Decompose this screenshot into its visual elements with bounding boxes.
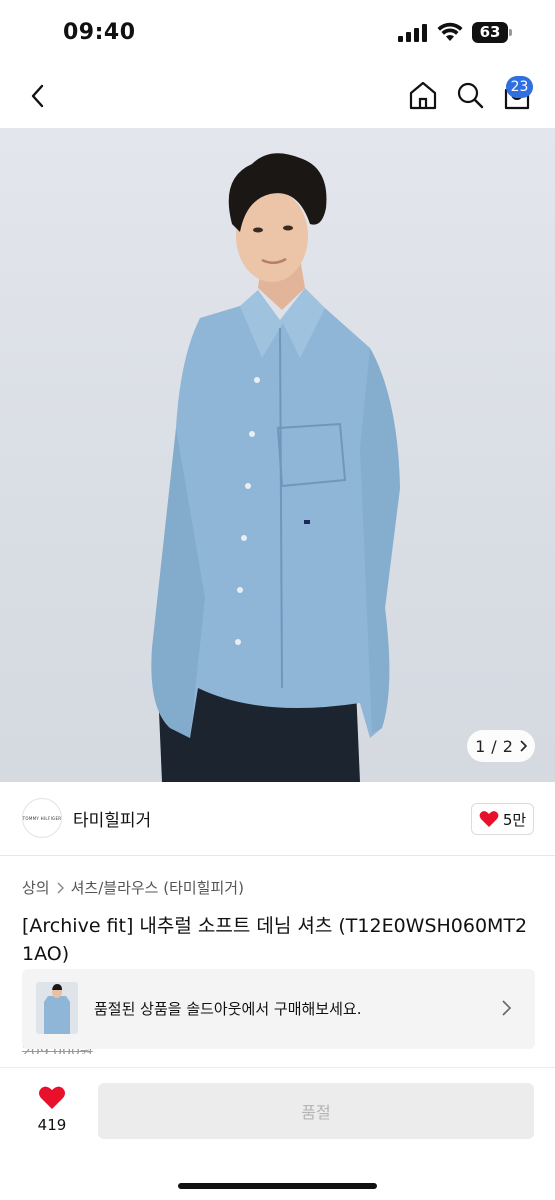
back-button[interactable] [20, 78, 56, 114]
breadcrumb-item-category[interactable]: 상의 [22, 877, 50, 898]
breadcrumb-item-subcategory[interactable]: 셔츠/블라우스 (타미힐피거) [71, 877, 244, 898]
brand-logo-text: TOMMY HILFIGER [22, 815, 62, 821]
gallery-total: 2 [502, 736, 513, 756]
top-nav-bar [0, 66, 555, 128]
home-icon [409, 81, 437, 110]
banner-thumbnail [36, 982, 78, 1034]
brand-row[interactable]: TOMMY HILFIGER 타미힐피거 5만 [0, 782, 555, 856]
status-time: 09:40 [63, 20, 136, 45]
brand-like-button[interactable]: 5만 [471, 803, 534, 835]
chevron-right-icon [520, 740, 527, 752]
heart-icon[interactable] [38, 1084, 66, 1112]
search-icon [457, 82, 484, 109]
breadcrumb: 상의 셔츠/블라우스 (타미힐피거) [22, 877, 244, 898]
home-indicator [178, 1183, 377, 1189]
heart-icon [479, 811, 499, 827]
breadcrumb-chevron-icon [57, 882, 64, 893]
home-button[interactable] [404, 76, 442, 114]
wish-count: 419 [37, 1116, 67, 1134]
battery-level: 63 [479, 23, 501, 41]
banner-text: 품절된 상품을 솔드아웃에서 구매해보세요. [94, 1000, 362, 1018]
product-title: [Archive fit] 내추럴 소프트 데님 셔츠 (T12E0WSH060… [22, 915, 528, 965]
brand-logo[interactable]: TOMMY HILFIGER [22, 798, 62, 838]
wifi-icon [437, 22, 463, 41]
chevron-right-icon [502, 1000, 512, 1016]
soldout-button[interactable]: 품절 [98, 1083, 534, 1139]
gallery-page-indicator[interactable]: 1 / 2 [467, 730, 535, 762]
cart-count-badge: 23 [506, 76, 533, 98]
status-bar: 09:40 63 [0, 0, 555, 66]
gallery-current: 1 [475, 736, 486, 756]
soldout-banner[interactable]: 품절된 상품을 솔드아웃에서 구매해보세요. [22, 969, 535, 1049]
brand-like-count: 5만 [502, 810, 527, 829]
cellular-signal-icon [398, 24, 428, 42]
gallery-separator: / [491, 736, 497, 756]
brand-name[interactable]: 타미힐피거 [73, 806, 151, 831]
product-photo [151, 153, 400, 782]
product-image[interactable] [0, 128, 555, 782]
battery-icon: 63 [472, 22, 512, 43]
search-button[interactable] [451, 76, 489, 114]
back-chevron-icon [31, 84, 44, 108]
